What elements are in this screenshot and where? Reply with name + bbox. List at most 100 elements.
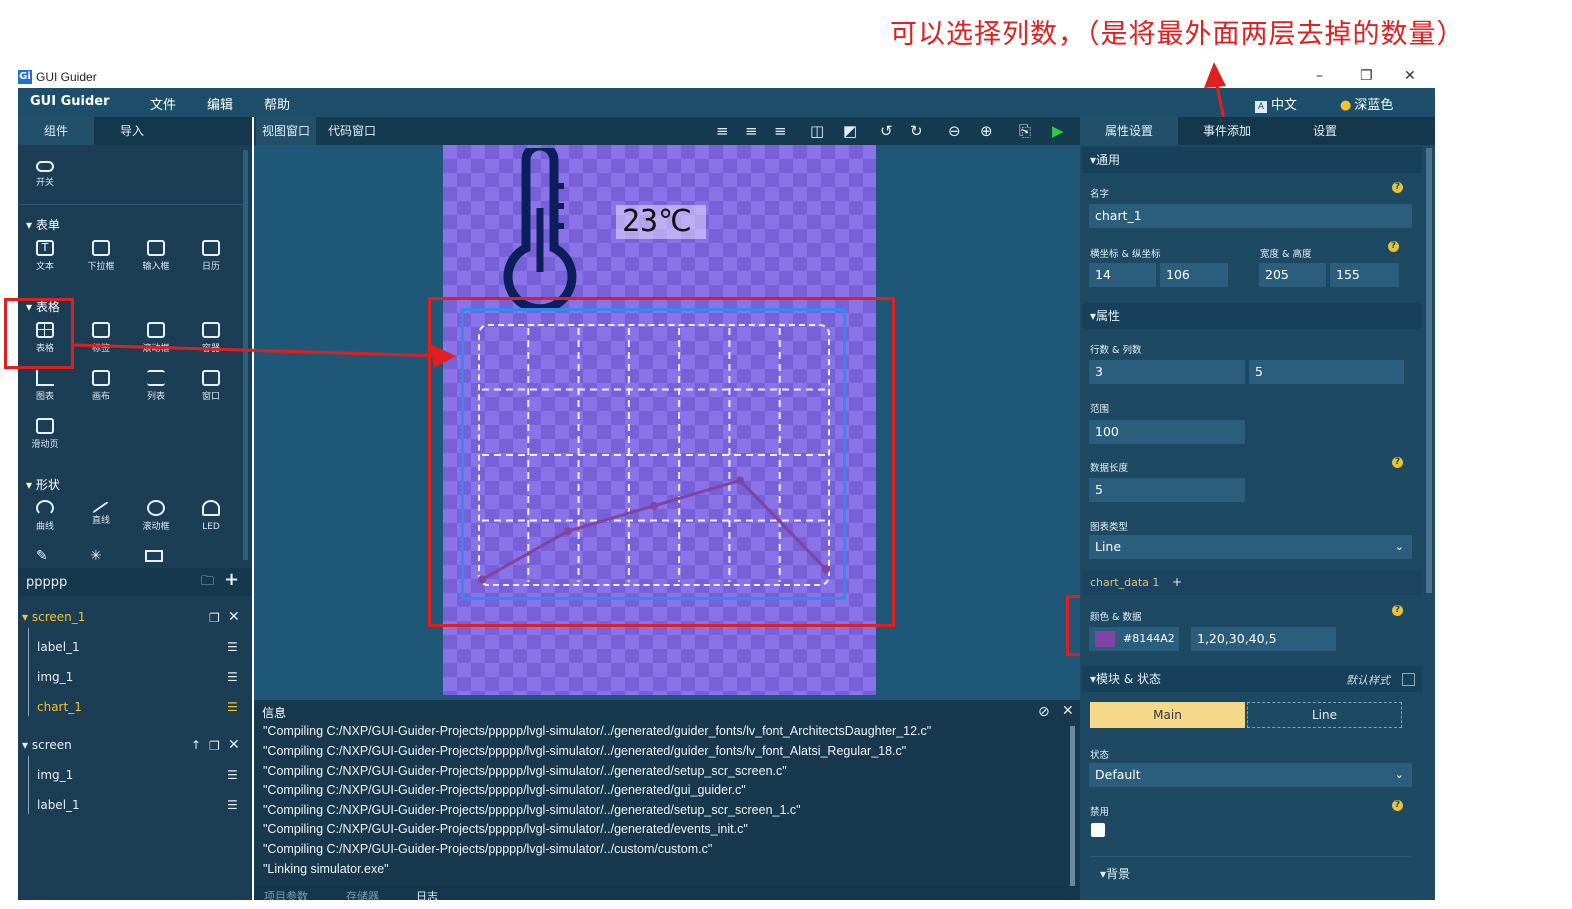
redo-icon[interactable]: ↻ — [910, 122, 923, 140]
delete-icon[interactable]: ✕ — [228, 737, 240, 753]
palette-spinner[interactable]: 滚动框 — [131, 494, 181, 538]
palette-scrollbox[interactable]: 滚动框 — [131, 316, 181, 360]
color-swatch[interactable] — [1095, 631, 1115, 647]
menu-help[interactable]: 帮助 — [264, 94, 290, 113]
sparkle-icon[interactable]: ✳ — [90, 548, 102, 564]
add-series-button[interactable]: + — [1172, 575, 1182, 589]
theme-button[interactable]: ● 深蓝色 — [1340, 94, 1393, 113]
range-field[interactable]: 100 — [1089, 420, 1245, 444]
list-menu-icon[interactable]: ☰ — [227, 768, 238, 782]
tree-label-1[interactable]: label_1 — [37, 640, 80, 654]
tab-events[interactable]: 事件添加 — [1178, 117, 1276, 145]
align-center-icon[interactable]: ≡ — [745, 122, 758, 140]
section-general[interactable]: ▾通用 — [1082, 147, 1422, 173]
y-field[interactable]: 106 — [1160, 263, 1228, 287]
palette-label-widget[interactable]: 标签 — [76, 316, 126, 360]
close-window-icon[interactable]: ✕ — [1404, 68, 1416, 84]
palette-tileview[interactable]: 滑动页 — [20, 412, 70, 456]
list-menu-icon[interactable]: ☰ — [227, 640, 238, 654]
thermometer-icon[interactable] — [494, 148, 586, 308]
send-backward-icon[interactable]: ◩ — [843, 122, 857, 140]
zoom-out-icon[interactable]: ⊖ — [948, 122, 961, 140]
close-panel-icon[interactable]: ✕ — [1062, 703, 1074, 719]
language-button[interactable]: A 中文 — [1255, 94, 1297, 113]
help-icon[interactable]: ? — [1388, 241, 1399, 252]
tab-components[interactable]: 组件 — [18, 117, 94, 145]
delete-icon[interactable]: ✕ — [228, 609, 240, 625]
state-select[interactable]: Default ⌄ — [1089, 763, 1412, 787]
section-background[interactable]: ▾背景 — [1100, 865, 1130, 882]
properties-scrollbar[interactable] — [1426, 148, 1432, 593]
tree-screen[interactable]: ▾ screen — [22, 738, 72, 752]
tab-settings[interactable]: 设置 — [1276, 117, 1374, 145]
default-style-checkbox[interactable] — [1402, 673, 1415, 686]
palette-calendar[interactable]: 日历 — [186, 234, 236, 278]
series-data-field[interactable]: 1,20,30,40,5 — [1191, 627, 1336, 651]
section-attributes[interactable]: ▾属性 — [1082, 303, 1422, 329]
menu-file[interactable]: 文件 — [150, 94, 176, 113]
palette-canvas[interactable]: 画布 — [76, 364, 126, 408]
image-icon[interactable] — [145, 550, 163, 562]
pen-icon[interactable]: ✎ — [36, 548, 48, 564]
color-field[interactable]: #8144A2 — [1089, 627, 1179, 651]
palette-window[interactable]: 窗口 — [186, 364, 236, 408]
copy-icon[interactable]: ❐ — [209, 611, 220, 625]
tree-screen-1[interactable]: ▾ screen_1 — [22, 610, 85, 624]
bring-forward-icon[interactable]: ◫ — [810, 122, 824, 140]
palette-chart[interactable]: 图表 — [20, 364, 70, 408]
palette-list[interactable]: 列表 — [131, 364, 181, 408]
undo-icon[interactable]: ↺ — [880, 122, 893, 140]
up-arrow-icon[interactable]: ↑ — [191, 738, 201, 752]
series-tab[interactable]: chart_data 1 — [1090, 576, 1159, 589]
help-icon[interactable]: ? — [1392, 182, 1403, 193]
x-field[interactable]: 14 — [1089, 263, 1156, 287]
restore-icon[interactable]: ❐ — [1360, 68, 1373, 84]
palette-container[interactable]: 容器 — [186, 316, 236, 360]
zoom-in-icon[interactable]: ⊕ — [980, 122, 993, 140]
tree-label-1b[interactable]: label_1 — [37, 798, 80, 812]
clear-icon[interactable]: ⊘ — [1038, 704, 1050, 720]
part-line-button[interactable]: Line — [1247, 702, 1402, 728]
copy-icon[interactable]: ❐ — [209, 739, 220, 753]
disable-checkbox[interactable] — [1091, 823, 1105, 837]
width-field[interactable]: 205 — [1259, 263, 1326, 287]
datalen-field[interactable]: 5 — [1089, 478, 1245, 502]
align-right-icon[interactable]: ≡ — [774, 122, 787, 140]
tab-view-window[interactable]: 视图窗口 — [256, 117, 317, 145]
palette-text[interactable]: T 文本 — [20, 234, 70, 278]
tab-import[interactable]: 导入 — [94, 117, 170, 145]
rows-field[interactable]: 3 — [1089, 360, 1245, 384]
palette-arc[interactable]: 曲线 — [20, 494, 70, 538]
name-field[interactable]: chart_1 — [1089, 204, 1412, 228]
help-icon[interactable]: ? — [1392, 800, 1403, 811]
help-icon[interactable]: ? — [1392, 605, 1403, 616]
palette-led[interactable]: LED — [186, 494, 236, 538]
palette-scrollbar[interactable] — [243, 150, 248, 560]
run-icon[interactable]: ▶ — [1052, 122, 1064, 140]
chart-type-select[interactable]: Line ⌄ — [1089, 535, 1412, 559]
tree-chart-1[interactable]: chart_1 — [37, 700, 82, 714]
tab-properties[interactable]: 属性设置 — [1080, 117, 1178, 145]
list-menu-icon[interactable]: ☰ — [227, 700, 238, 714]
height-field[interactable]: 155 — [1330, 263, 1399, 287]
list-menu-icon[interactable]: ☰ — [227, 670, 238, 684]
minimize-icon[interactable]: – — [1316, 68, 1323, 84]
folder-icon[interactable]: 🗀 — [201, 572, 214, 594]
help-icon[interactable]: ? — [1392, 457, 1403, 468]
add-screen-icon[interactable]: + — [224, 569, 239, 590]
palette-dropdown[interactable]: 下拉框 — [76, 234, 126, 278]
palette-input[interactable]: 输入框 — [131, 234, 181, 278]
tree-img-1[interactable]: img_1 — [37, 670, 73, 684]
export-icon[interactable]: ⎘ — [1019, 122, 1031, 140]
align-left-icon[interactable]: ≡ — [716, 122, 729, 140]
tree-img-1b[interactable]: img_1 — [37, 768, 73, 782]
tab-code-window[interactable]: 代码窗口 — [322, 117, 382, 145]
cols-field[interactable]: 5 — [1249, 360, 1404, 384]
temperature-label[interactable]: 23℃ — [616, 205, 706, 239]
palette-switch[interactable]: 开关 — [20, 152, 70, 196]
info-scrollbar[interactable] — [1070, 726, 1075, 886]
palette-line[interactable]: 直线 — [76, 494, 126, 538]
part-main-button[interactable]: Main — [1090, 702, 1245, 728]
menu-edit[interactable]: 编辑 — [207, 94, 233, 113]
list-menu-icon[interactable]: ☰ — [227, 798, 238, 812]
